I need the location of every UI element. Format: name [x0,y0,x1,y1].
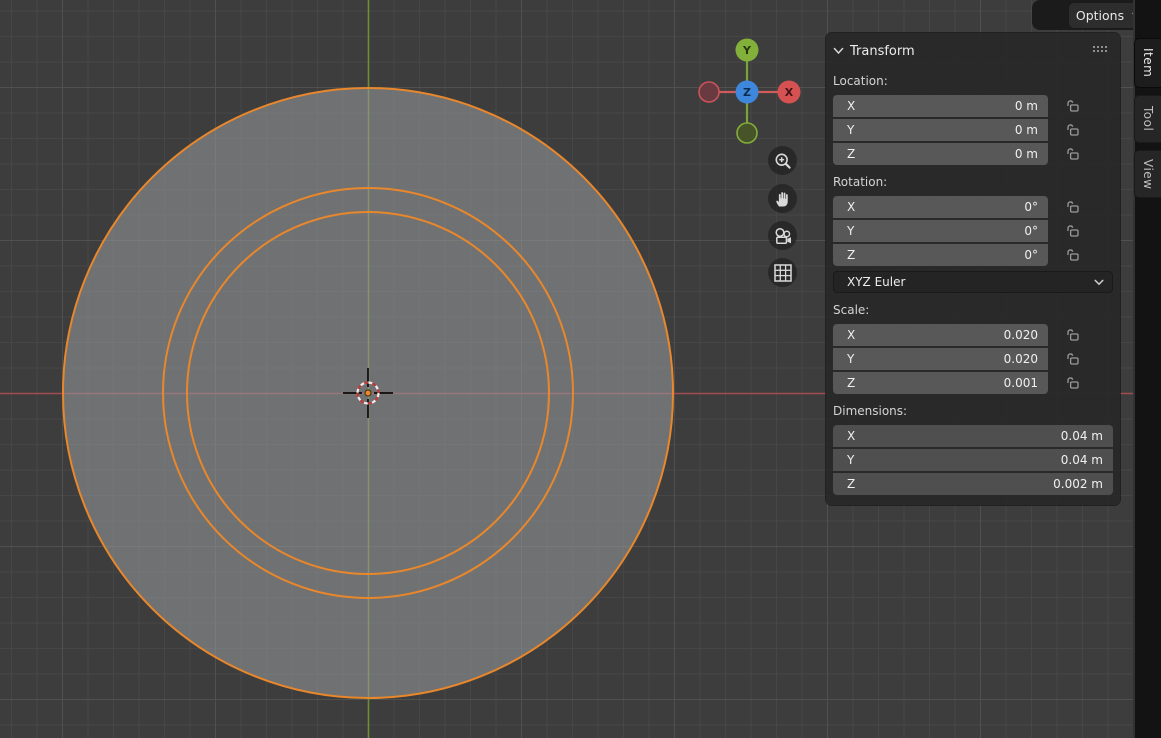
scale-y-field[interactable]: Y 0.020 [833,348,1048,370]
hand-icon [773,189,792,208]
camera-icon [772,225,794,247]
dimensions-z-field[interactable]: Z 0.002 m [833,473,1113,495]
zoom-button[interactable] [768,146,797,175]
location-x-lock-icon[interactable] [1066,99,1080,113]
panel-title: Transform [850,44,915,59]
scale-section-label: Scale: [833,303,1113,319]
location-y-lock-icon[interactable] [1066,123,1080,137]
chevron-down-icon [1094,279,1104,286]
scale-fields: X 0.020 Y 0.020 Z 0.001 [833,324,1113,394]
panel-drag-handle-icon[interactable] [1093,46,1109,54]
grid-icon [773,263,793,283]
rotation-x-field[interactable]: X 0° [833,196,1048,218]
tab-item-label: Item [1141,48,1155,77]
dimensions-section-label: Dimensions: [833,404,1113,420]
object-origin-dot [365,390,371,396]
transform-panel-header[interactable]: Transform [833,38,1113,64]
rotation-y-field[interactable]: Y 0° [833,220,1048,242]
gizmo-x-ball[interactable]: X [778,81,801,104]
dimensions-y-field[interactable]: Y 0.04 m [833,449,1113,471]
svg-text:Y: Y [742,44,752,57]
tab-item[interactable]: Item [1134,38,1161,88]
location-z-field[interactable]: Z 0 m [833,143,1048,165]
gizmo-y-ball[interactable]: Y [736,39,759,62]
rotation-z-field[interactable]: Z 0° [833,244,1048,266]
rotation-section-label: Rotation: [833,175,1113,191]
gizmo-z-ball[interactable]: Z [736,81,759,104]
scale-x-lock-icon[interactable] [1066,328,1080,342]
rotation-fields: X 0° Y 0° Z 0° [833,196,1113,266]
rotation-x-lock-icon[interactable] [1066,200,1080,214]
tab-view[interactable]: View [1134,150,1161,198]
rotation-y-lock-icon[interactable] [1066,224,1080,238]
magnifier-plus-icon [773,151,793,171]
pan-view-button[interactable] [768,184,797,213]
rotation-mode-dropdown[interactable]: XYZ Euler [833,271,1113,293]
tab-view-label: View [1141,159,1155,189]
rotation-z-lock-icon[interactable] [1066,248,1080,262]
gizmo-minus-y-ball[interactable] [737,123,757,143]
view-axis-gizmo[interactable]: Y X Z [699,39,801,144]
options-button-label: Options [1076,8,1124,23]
sidebar-tab-strip: Item Tool View [1133,0,1161,738]
dimensions-fields: X 0.04 m Y 0.04 m Z 0.002 m [833,425,1113,495]
camera-view-button[interactable] [768,221,797,250]
tab-tool-label: Tool [1141,106,1155,131]
location-y-field[interactable]: Y 0 m [833,119,1048,141]
panel-collapse-chevron-icon[interactable] [833,47,844,55]
scale-x-field[interactable]: X 0.020 [833,324,1048,346]
location-fields: X 0 m Y 0 m Z 0 m [833,95,1113,165]
dimensions-x-field[interactable]: X 0.04 m [833,425,1113,447]
scale-z-lock-icon[interactable] [1066,376,1080,390]
location-x-field[interactable]: X 0 m [833,95,1048,117]
location-z-lock-icon[interactable] [1066,147,1080,161]
svg-text:Z: Z [743,86,751,99]
grid-view-button[interactable] [768,258,797,287]
location-section-label: Location: [833,74,1113,90]
scale-z-field[interactable]: Z 0.001 [833,372,1048,394]
tab-tool[interactable]: Tool [1134,95,1161,143]
transform-panel: Transform Location: X 0 m Y 0 m [826,33,1120,505]
svg-text:X: X [785,86,794,99]
gizmo-minus-x-ball[interactable] [699,82,719,102]
rotation-mode-value: XYZ Euler [847,275,905,289]
scale-y-lock-icon[interactable] [1066,352,1080,366]
